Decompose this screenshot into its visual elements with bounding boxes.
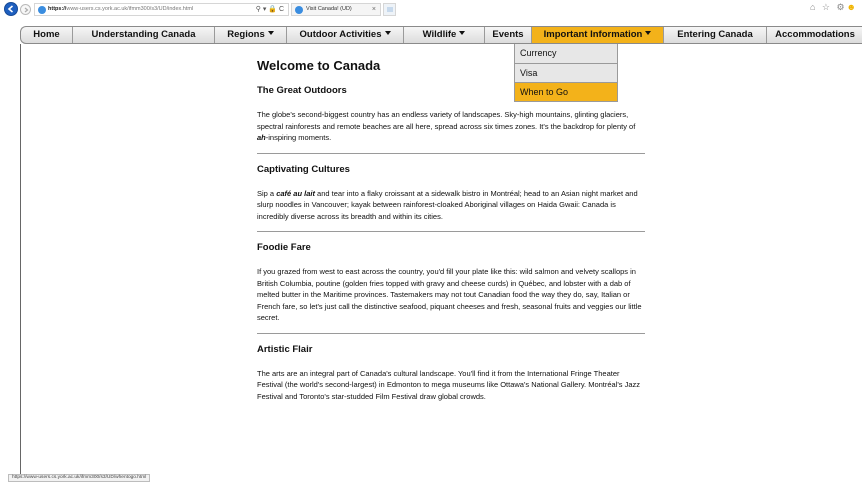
nav-entering-canada-label: Entering Canada bbox=[677, 29, 753, 40]
nav-important-information-label: Important Information bbox=[543, 29, 643, 40]
section-divider bbox=[257, 152, 645, 154]
section-text: The arts are an integral part of Canada'… bbox=[257, 368, 641, 401]
caret-down-icon bbox=[459, 31, 466, 36]
nav-outdoor-activities-label: Outdoor Activities bbox=[299, 29, 382, 40]
new-tab-icon bbox=[387, 7, 393, 12]
section-foodie-fare: Foodie Fare If you grazed from west to e… bbox=[257, 242, 645, 324]
nav-outdoor-activities[interactable]: Outdoor Activities bbox=[287, 27, 404, 43]
nav-regions[interactable]: Regions bbox=[215, 27, 287, 43]
nav-regions-label: Regions bbox=[227, 29, 265, 40]
browser-toolbar: https://www-users.cs.york.ac.uk/ifmm300/… bbox=[0, 0, 862, 20]
nav-understanding-canada-label: Understanding Canada bbox=[91, 29, 196, 40]
section-heading: The Great Outdoors bbox=[257, 85, 347, 96]
address-url: https://www-users.cs.york.ac.uk/ifmm300/… bbox=[48, 6, 194, 12]
text-part: and tear into a flaky croissant at a sid… bbox=[257, 188, 638, 221]
new-tab-button[interactable] bbox=[383, 3, 396, 16]
section-great-outdoors: The Great Outdoors The globe's second-bi… bbox=[257, 85, 645, 144]
section-heading: Foodie Fare bbox=[257, 242, 311, 253]
status-bar-url: https://www-users.cs.york.ac.uk/ifmm300/… bbox=[8, 474, 151, 482]
section-text: The globe's second-biggest country has a… bbox=[257, 109, 645, 144]
section-artistic-flair: Artistic Flair The arts are an integral … bbox=[257, 344, 645, 403]
nav-wildlife[interactable]: Wildlife bbox=[404, 27, 485, 43]
section-divider bbox=[257, 332, 645, 334]
left-divider bbox=[20, 44, 21, 482]
forward-arrow-icon[interactable] bbox=[20, 4, 31, 15]
main-nav: Home Understanding Canada Regions Outdoo… bbox=[20, 26, 862, 44]
feedback-smiley-icon[interactable]: ☻ bbox=[847, 2, 858, 12]
nav-important-information[interactable]: Important Information bbox=[532, 27, 664, 43]
home-star-gear-icons[interactable]: ⌂ ☆ ⚙ bbox=[810, 2, 847, 12]
browser-tab[interactable]: Visit Canada! (UD) × bbox=[291, 3, 381, 16]
page-title: Welcome to Canada bbox=[257, 58, 381, 73]
section-captivating-cultures: Captivating Cultures Sip a café au lait … bbox=[257, 164, 645, 223]
nav-home-label: Home bbox=[33, 29, 60, 40]
text-emphasis: café au lait bbox=[276, 188, 315, 198]
nav-home[interactable]: Home bbox=[21, 27, 73, 43]
close-tab-icon[interactable]: × bbox=[372, 4, 376, 15]
section-heading: Artistic Flair bbox=[257, 343, 313, 355]
section-text: Sip a café au lait and tear into a flaky… bbox=[257, 188, 645, 223]
tab-title: Visit Canada! (UD) bbox=[306, 6, 352, 12]
url-path: /ifmm300/s3/UD/index.html bbox=[127, 6, 194, 12]
caret-down-icon bbox=[384, 31, 391, 36]
address-bar[interactable]: https://www-users.cs.york.ac.uk/ifmm300/… bbox=[34, 3, 289, 16]
search-refresh-icons[interactable]: ⚲ ▾ 🔒 C bbox=[256, 4, 284, 15]
site-favicon-icon bbox=[38, 6, 46, 14]
text-part: The globe's second-biggest country has a… bbox=[257, 110, 636, 131]
caret-down-icon bbox=[645, 31, 652, 36]
nav-accommodations-label: Accommodations bbox=[775, 29, 855, 40]
nav-events-label: Events bbox=[492, 29, 524, 40]
nav-accommodations[interactable]: Accommodations bbox=[767, 27, 862, 43]
nav-understanding-canada[interactable]: Understanding Canada bbox=[73, 27, 215, 43]
section-text: If you grazed from west to east across t… bbox=[257, 267, 642, 322]
nav-events[interactable]: Events bbox=[485, 27, 532, 43]
text-part: -inspiring moments. bbox=[265, 133, 332, 142]
text-emphasis: ah bbox=[257, 133, 266, 142]
url-domain: www-users.cs.york.ac.uk bbox=[66, 6, 128, 12]
tab-favicon-icon bbox=[295, 6, 303, 14]
nav-entering-canada[interactable]: Entering Canada bbox=[664, 27, 767, 43]
section-divider bbox=[257, 231, 645, 232]
caret-down-icon bbox=[267, 31, 274, 36]
text-part: Sip a bbox=[257, 188, 277, 198]
nav-wildlife-label: Wildlife bbox=[422, 29, 457, 40]
back-arrow-icon[interactable] bbox=[4, 2, 18, 16]
main-content: Welcome to Canada The Great Outdoors The… bbox=[257, 58, 645, 402]
browser-right-icons[interactable]: ⌂ ☆ ⚙☻ bbox=[810, 2, 858, 13]
section-heading: Captivating Cultures bbox=[257, 163, 350, 175]
